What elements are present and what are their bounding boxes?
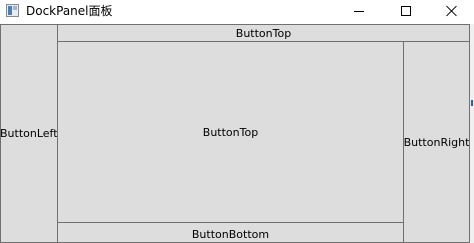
app-icon[interactable] (6, 4, 19, 17)
button-top-label: ButtonTop (235, 26, 292, 40)
button-fill-label: ButtonTop (202, 125, 259, 139)
button-fill[interactable]: ButtonTop (57, 41, 404, 223)
minimize-icon (354, 10, 364, 12)
button-left-label: ButtonLeft (0, 127, 58, 140)
button-left[interactable]: ButtonLeft (0, 24, 58, 243)
close-icon (445, 5, 457, 17)
maximize-button[interactable] (383, 0, 429, 22)
button-top[interactable]: ButtonTop (57, 24, 470, 42)
dock-panel: ButtonLeft ButtonTop ButtonRight ButtonT… (0, 24, 470, 243)
button-right-label: ButtonRight (403, 135, 470, 149)
window-title: DockPanel面板 (26, 4, 113, 18)
maximize-icon (401, 6, 411, 16)
button-bottom-label: ButtonBottom (191, 227, 270, 241)
button-right[interactable]: ButtonRight (403, 41, 470, 243)
window-right-edge (470, 24, 474, 243)
button-bottom[interactable]: ButtonBottom (57, 222, 404, 243)
title-bar[interactable]: DockPanel面板 (0, 0, 474, 24)
minimize-button[interactable] (336, 0, 382, 22)
edge-marker (471, 100, 473, 106)
close-button[interactable] (428, 0, 474, 22)
dockpanel-window: DockPanel面板 ButtonLeft ButtonTop ButtonR… (0, 0, 474, 243)
